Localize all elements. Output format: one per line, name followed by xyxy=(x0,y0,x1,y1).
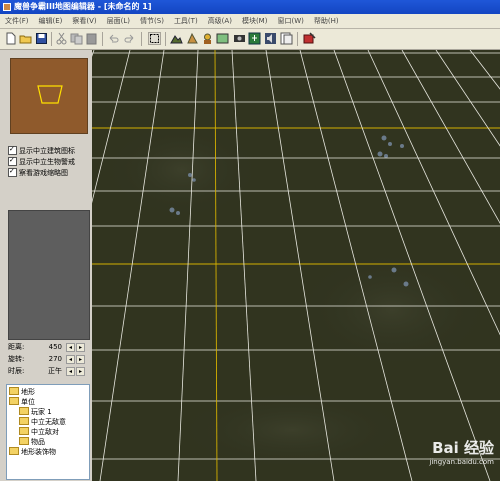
copy-icon[interactable] xyxy=(70,32,83,45)
checkbox-label: 察看游戏缩略图 xyxy=(19,169,68,177)
palette-tree[interactable]: 地形 单位 玩家 1 中立无敌意 中立敌对 物品 地形装饰物 xyxy=(6,384,90,480)
tree-item-doodads[interactable]: 地形装饰物 xyxy=(9,447,56,457)
tree-item-player-1[interactable]: 玩家 1 xyxy=(19,407,52,417)
checkbox-show-creep-camps[interactable]: 显示中立生物警戒 xyxy=(8,157,92,168)
menu-tools[interactable]: 工具(T) xyxy=(169,14,203,28)
tree-item-terrain[interactable]: 地形 xyxy=(9,387,35,397)
undo-icon[interactable] xyxy=(107,32,120,45)
folder-icon xyxy=(9,387,19,395)
param-label: 时辰: xyxy=(8,367,25,375)
minimap-camera-frame xyxy=(37,85,63,104)
terrain-patch xyxy=(172,390,412,470)
save-icon[interactable] xyxy=(35,32,48,45)
param-distance: 距离: 450 ◂ ▸ xyxy=(8,342,90,353)
test-map-icon[interactable] xyxy=(303,32,316,45)
doodad-tool-icon[interactable] xyxy=(186,32,199,45)
toolbar-separator xyxy=(51,32,52,46)
tree-item-items[interactable]: 物品 xyxy=(19,437,45,447)
toolbar-separator xyxy=(141,32,142,46)
param-value: 270 xyxy=(48,355,62,363)
open-icon[interactable] xyxy=(19,32,32,45)
checkbox-label: 显示中立生物警戒 xyxy=(19,158,75,166)
folder-icon xyxy=(19,437,29,445)
map-viewport[interactable]: Bai 经验 jingyan.baidu.com xyxy=(92,50,500,481)
sound-editor-icon[interactable] xyxy=(264,32,277,45)
param-value: 450 xyxy=(48,343,62,351)
checkbox-label: 显示中立建筑图标 xyxy=(19,147,75,155)
menu-window[interactable]: 窗口(W) xyxy=(272,14,308,28)
paste-icon[interactable] xyxy=(85,32,98,45)
arrow-left-icon[interactable]: ◂ xyxy=(66,355,75,364)
folder-icon xyxy=(19,427,29,435)
toolbar-separator xyxy=(297,32,298,46)
title-bar: 魔兽争霸III地图编辑器 - [未命名的 1] xyxy=(0,0,500,14)
watermark: Bai 经验 jingyan.baidu.com xyxy=(384,439,494,477)
cut-icon[interactable] xyxy=(55,32,68,45)
watermark-url: jingyan.baidu.com xyxy=(429,458,494,466)
menu-view[interactable]: 察看(V) xyxy=(67,14,101,28)
menu-advanced[interactable]: 高级(A) xyxy=(203,14,237,28)
menu-edit[interactable]: 编辑(E) xyxy=(34,14,68,28)
arrow-left-icon[interactable]: ◂ xyxy=(66,343,75,352)
object-editor-icon[interactable] xyxy=(280,32,293,45)
terrain-patch xyxy=(292,250,492,370)
folder-icon xyxy=(19,417,29,425)
toolbar-separator xyxy=(102,32,103,46)
camera-tool-icon[interactable] xyxy=(233,32,246,45)
param-rotation: 旋转: 270 ◂ ▸ xyxy=(8,354,90,365)
toolbar xyxy=(0,29,500,50)
trigger-editor-icon[interactable] xyxy=(248,32,261,45)
terrain-patch xyxy=(102,120,262,220)
tree-item-neutral-hostile[interactable]: 中立敌对 xyxy=(19,427,59,437)
checkbox[interactable] xyxy=(8,157,17,166)
menu-layer[interactable]: 层面(L) xyxy=(102,14,135,28)
terrain-tool-icon[interactable] xyxy=(170,32,183,45)
terrain-grid xyxy=(92,50,500,481)
checkbox-show-game-thumbnail[interactable]: 察看游戏缩略图 xyxy=(8,168,92,179)
folder-icon xyxy=(19,407,29,415)
select-icon[interactable] xyxy=(148,32,161,45)
arrow-right-icon[interactable]: ▸ xyxy=(76,367,85,376)
app-icon xyxy=(3,3,11,11)
menu-bar: 文件(F) 编辑(E) 察看(V) 层面(L) 情节(S) 工具(T) 高级(A) 模块(M)… xyxy=(0,14,500,29)
toolbar-separator xyxy=(165,32,166,46)
watermark-brand: Bai 经验 xyxy=(432,439,494,457)
region-tool-icon[interactable] xyxy=(216,32,229,45)
menu-help[interactable]: 帮助(H) xyxy=(309,14,344,28)
menu-module[interactable]: 模块(M) xyxy=(237,14,273,28)
folder-icon xyxy=(9,397,19,405)
checkbox[interactable] xyxy=(8,168,17,177)
menu-file[interactable]: 文件(F) xyxy=(0,14,34,28)
menu-scenario[interactable]: 情节(S) xyxy=(135,14,169,28)
tree-item-neutral-passive[interactable]: 中立无敌意 xyxy=(19,417,66,427)
arrow-left-icon[interactable]: ◂ xyxy=(66,367,75,376)
unit-tool-icon[interactable] xyxy=(201,32,214,45)
arrow-right-icon[interactable]: ▸ xyxy=(76,343,85,352)
minimap[interactable] xyxy=(10,58,88,134)
param-time-of-day: 时辰: 正午 ◂ ▸ xyxy=(8,366,90,377)
redo-icon[interactable] xyxy=(123,32,136,45)
checkbox-show-neutral-buildings[interactable]: 显示中立建筑图标 xyxy=(8,146,92,157)
checkbox[interactable] xyxy=(8,146,17,155)
unit-preview xyxy=(8,210,90,340)
folder-icon xyxy=(9,447,19,455)
window-title: 魔兽争霸III地图编辑器 - [未命名的 1] xyxy=(14,2,152,11)
left-panel: 显示中立建筑图标 显示中立生物警戒 察看游戏缩略图 距离: 450 ◂ ▸ 旋转… xyxy=(0,50,92,481)
arrow-right-icon[interactable]: ▸ xyxy=(76,355,85,364)
param-label: 距离: xyxy=(8,343,25,351)
param-label: 旋转: xyxy=(8,355,25,363)
new-icon[interactable] xyxy=(4,32,17,45)
tree-item-units[interactable]: 单位 xyxy=(9,397,35,407)
param-value: 正午 xyxy=(48,367,62,375)
